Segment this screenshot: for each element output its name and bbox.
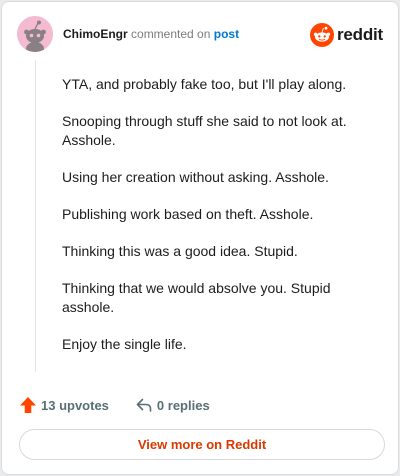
author-name[interactable]: ChimoEngr [63,27,128,41]
comment-paragraph: Thinking this was a good idea. Stupid. [62,243,298,259]
reddit-logo-icon [309,23,334,47]
commented-on-text: commented on [131,27,211,41]
thread-line [35,60,36,372]
comment-paragraph: Using her creation without asking. Assho… [62,169,329,185]
upvote-button[interactable]: 13 upvotes [19,396,109,414]
comment-paragraph: Enjoy the single life. [62,336,187,352]
comment-paragraph: Publishing work based on theft. Asshole. [62,206,314,222]
comment-paragraph: YTA, and probably fake too, but I'll pla… [62,76,347,92]
reddit-wordmark: reddit [336,25,383,44]
comment-paragraph: Thinking that we would absolve you. Stup… [62,280,331,315]
comment-attribution: ChimoEngr commented on post [63,27,239,41]
upvote-count: 13 upvotes [41,397,109,413]
reply-count: 0 replies [156,397,210,413]
avatar[interactable] [17,16,53,52]
snoo-avatar-icon [17,16,53,52]
upvote-arrow-icon [20,397,36,413]
comment-actions: 13 upvotes 0 replies [19,395,236,415]
comment-body: YTA, and probably fake too, but I'll pla… [62,75,377,372]
comment-embed-card: ChimoEngr commented on post reddit YTA, … [1,1,399,475]
reply-arrow-icon [136,398,152,412]
view-more-button[interactable]: View more on Reddit [19,429,385,460]
comment-header: ChimoEngr commented on post reddit [17,16,383,52]
reddit-brand[interactable]: reddit [309,22,383,48]
post-link[interactable]: post [214,27,239,41]
comment-paragraph: Snooping through stuff she said to not l… [62,113,347,148]
replies-button[interactable]: 0 replies [135,396,210,414]
